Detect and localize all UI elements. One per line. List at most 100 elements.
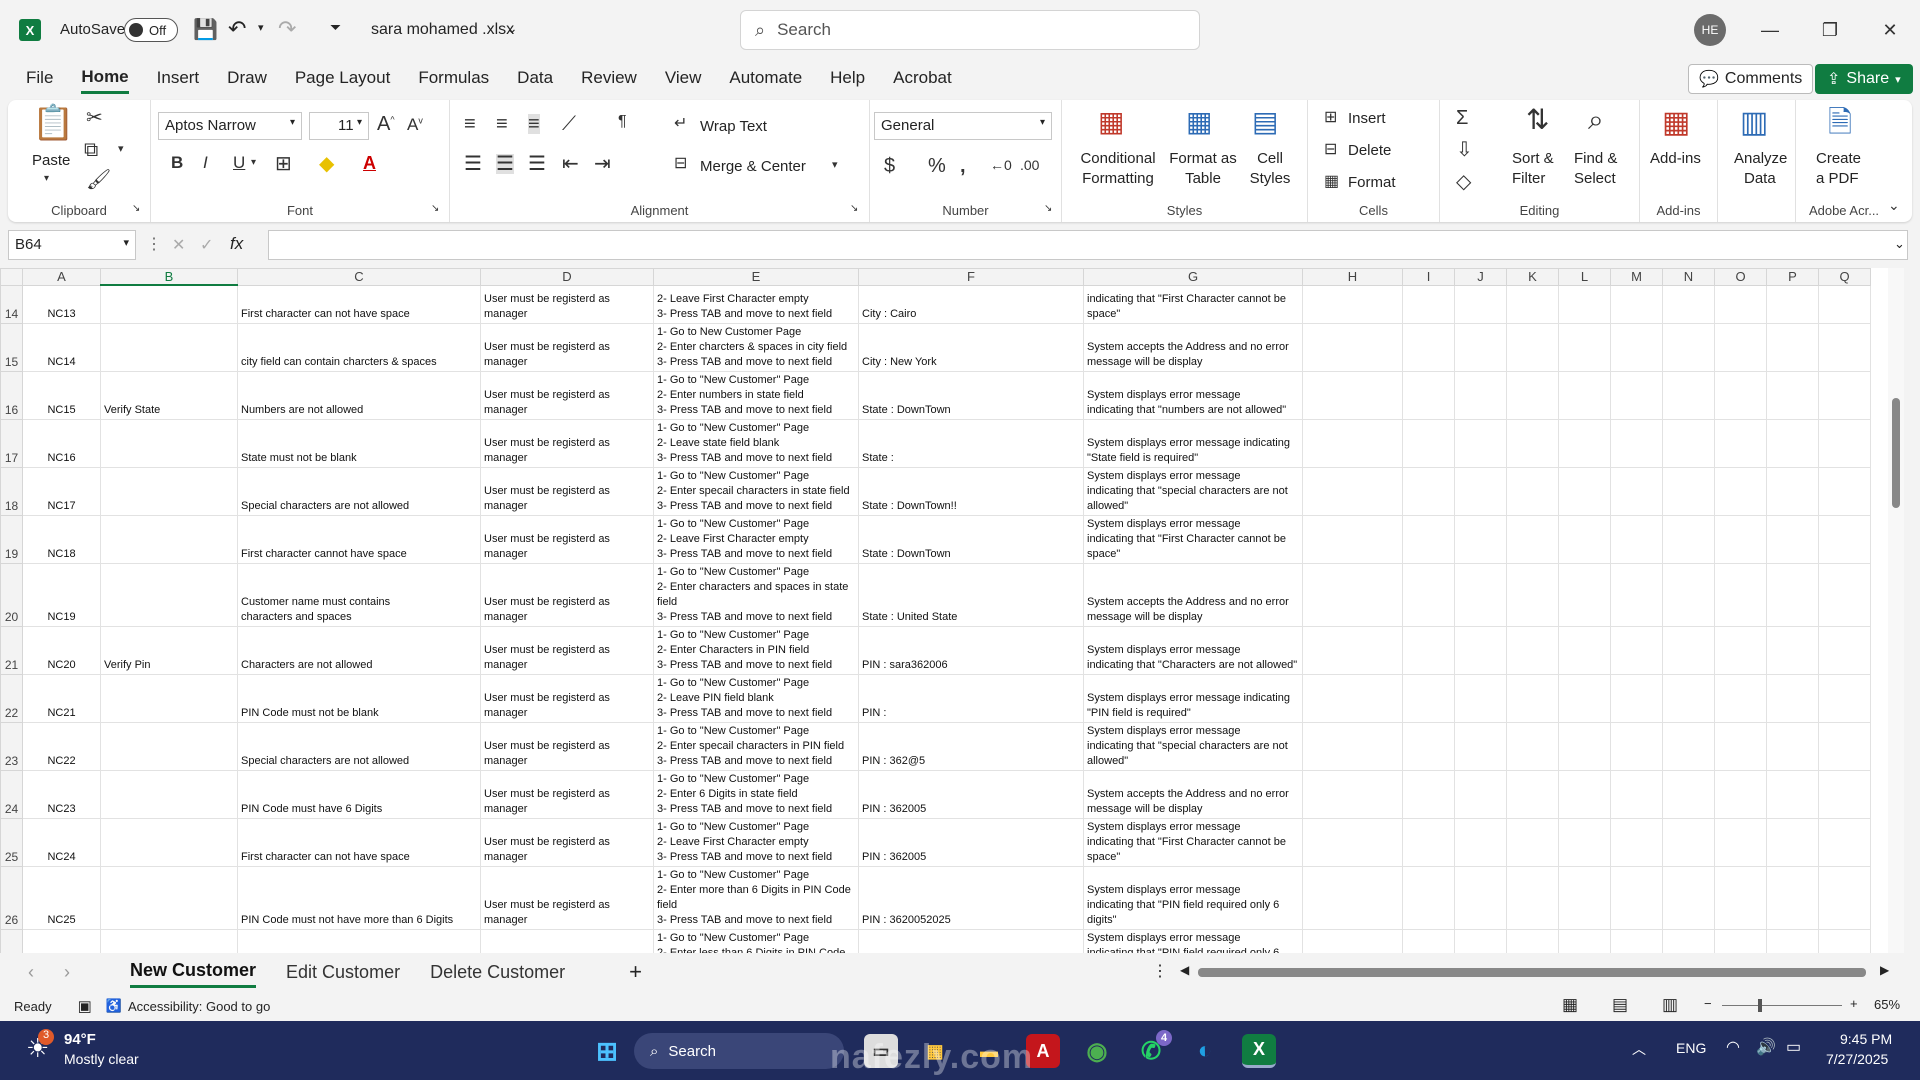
percent-icon[interactable]: % [928,156,946,176]
cell-empty[interactable] [1714,322,1767,372]
cell-empty[interactable] [1662,418,1715,468]
paste-chevron-icon[interactable]: ▾ [44,174,49,184]
create-pdf-icon[interactable]: 🗎 [1828,108,1852,138]
cell-test-data[interactable]: City : Cairo [858,284,1084,324]
next-sheet-icon[interactable]: › [64,962,70,983]
cell-test-id[interactable]: NC15 [22,370,101,420]
fill-color-icon[interactable]: ◆ [319,154,334,174]
create-pdf-line2[interactable]: a PDF [1816,170,1859,187]
cell-empty[interactable] [1506,562,1559,627]
restore-icon[interactable]: ❐ [1810,10,1850,50]
zoom-slider[interactable] [1722,1005,1842,1006]
page-break-view-icon[interactable]: ▥ [1662,995,1678,1015]
merge-icon[interactable]: ⊟ [674,156,687,172]
tab-file[interactable]: File [26,68,53,92]
cell-empty[interactable] [1558,817,1611,867]
row-header[interactable]: 26 [0,865,23,930]
column-header-j[interactable]: J [1454,268,1507,286]
addins-icon[interactable]: ▦ [1662,108,1690,138]
cell-description[interactable]: Customer name must contains characters a… [237,562,481,627]
cell-test-id[interactable]: NC14 [22,322,101,372]
delete-cells-button[interactable]: Delete [1348,142,1391,159]
cell-precondition[interactable]: User must be registerd as manager [480,514,654,564]
cell-empty[interactable] [1766,562,1819,627]
cell-empty[interactable] [1558,769,1611,819]
cell-empty[interactable] [1662,514,1715,564]
cell-test-data[interactable]: PIN : 362005 [858,769,1084,819]
insert-cells-button[interactable]: Insert [1348,110,1386,127]
cell-empty[interactable] [1558,322,1611,372]
cell-expected[interactable]: System displays error message indicating… [1083,514,1303,564]
file-name[interactable]: sara mohamed .xlsx [371,21,514,39]
cell-empty[interactable] [1818,418,1871,468]
cell-empty[interactable] [1714,817,1767,867]
hscroll-right-icon[interactable]: ▶ [1880,963,1889,977]
conditional-formatting-line2[interactable]: Formatting [1072,170,1164,187]
cell-steps[interactable]: 1- Go to "New Customer" Page 2- Leave st… [653,418,859,468]
cell-empty[interactable] [1558,466,1611,516]
hscroll-left-icon[interactable]: ◀ [1180,963,1189,977]
cell-empty[interactable] [1558,673,1611,723]
cell-empty[interactable] [1662,673,1715,723]
cell-test-id[interactable]: NC23 [22,769,101,819]
tab-help[interactable]: Help [830,68,865,92]
column-header-d[interactable]: D [480,268,654,286]
cell-scenario[interactable] [100,721,238,771]
cell-empty[interactable] [1662,466,1715,516]
tab-view[interactable]: View [665,68,702,92]
vertical-scroll-thumb[interactable] [1892,398,1900,508]
insert-cells-icon[interactable]: ⊞ [1324,110,1337,126]
redo-icon[interactable]: ↷ [278,16,296,42]
cell-empty[interactable] [1454,284,1507,324]
cell-precondition[interactable]: User must be registerd as manager [480,562,654,627]
undo-icon[interactable]: ↶ [228,16,246,42]
cell-empty[interactable] [1402,514,1455,564]
cell-test-data[interactable]: State : DownTown [858,514,1084,564]
format-cells-button[interactable]: Format [1348,174,1396,191]
wifi-icon[interactable]: ◠ [1726,1037,1740,1057]
text-direction-icon[interactable]: ¶ [618,114,627,130]
whatsapp-icon[interactable]: ✆ 4 [1134,1030,1172,1068]
cell-scenario[interactable] [100,865,238,930]
font-size-dropdown[interactable]: 11 ▾ [309,112,369,140]
cell-empty[interactable] [1818,769,1871,819]
cell-empty[interactable] [1818,721,1871,771]
cell-test-id[interactable]: NC13 [22,284,101,324]
cell-empty[interactable] [1402,865,1455,930]
cell-empty[interactable] [1454,514,1507,564]
formula-input[interactable] [268,230,1908,260]
zoom-in-icon[interactable]: + [1850,996,1858,1011]
underline-chevron-icon[interactable]: ▾ [251,158,256,168]
cell-empty[interactable] [1302,562,1403,627]
cell-empty[interactable] [1662,284,1715,324]
borders-icon[interactable]: ⊞ [275,154,292,174]
cell-empty[interactable] [1558,370,1611,420]
cell-empty[interactable] [1662,322,1715,372]
cell-precondition[interactable]: User must be registerd as manager [480,865,654,930]
cell-empty[interactable] [1610,562,1663,627]
cell-empty[interactable] [1766,865,1819,930]
cell-empty[interactable] [1454,769,1507,819]
cell-scenario[interactable] [100,817,238,867]
column-header-a[interactable]: A [22,268,101,286]
cell-empty[interactable] [1818,514,1871,564]
cell-empty[interactable] [1714,721,1767,771]
cell-empty[interactable] [1302,817,1403,867]
cell-empty[interactable] [1506,284,1559,324]
tab-insert[interactable]: Insert [157,68,200,92]
cell-empty[interactable] [1454,322,1507,372]
analyze-data-line1[interactable]: Analyze [1734,150,1787,167]
cell-empty[interactable] [1558,721,1611,771]
format-cells-icon[interactable]: ▦ [1324,174,1339,190]
cell-empty[interactable] [1558,625,1611,675]
cell-scenario[interactable] [100,284,238,324]
taskbar-search[interactable]: ⌕ Search [634,1033,844,1069]
copy-chevron-icon[interactable]: ▾ [118,144,124,155]
cell-empty[interactable] [1610,466,1663,516]
cell-description[interactable]: PIN Code must not have more than 6 Digit… [237,865,481,930]
autosave-toggle[interactable]: Off [124,18,178,42]
ribbon-collapse-icon[interactable]: ⌄ [1888,198,1900,212]
cell-expected[interactable]: System displays error message indicating… [1083,721,1303,771]
cell-empty[interactable] [1818,625,1871,675]
clock-time[interactable]: 9:45 PM [1840,1031,1892,1047]
